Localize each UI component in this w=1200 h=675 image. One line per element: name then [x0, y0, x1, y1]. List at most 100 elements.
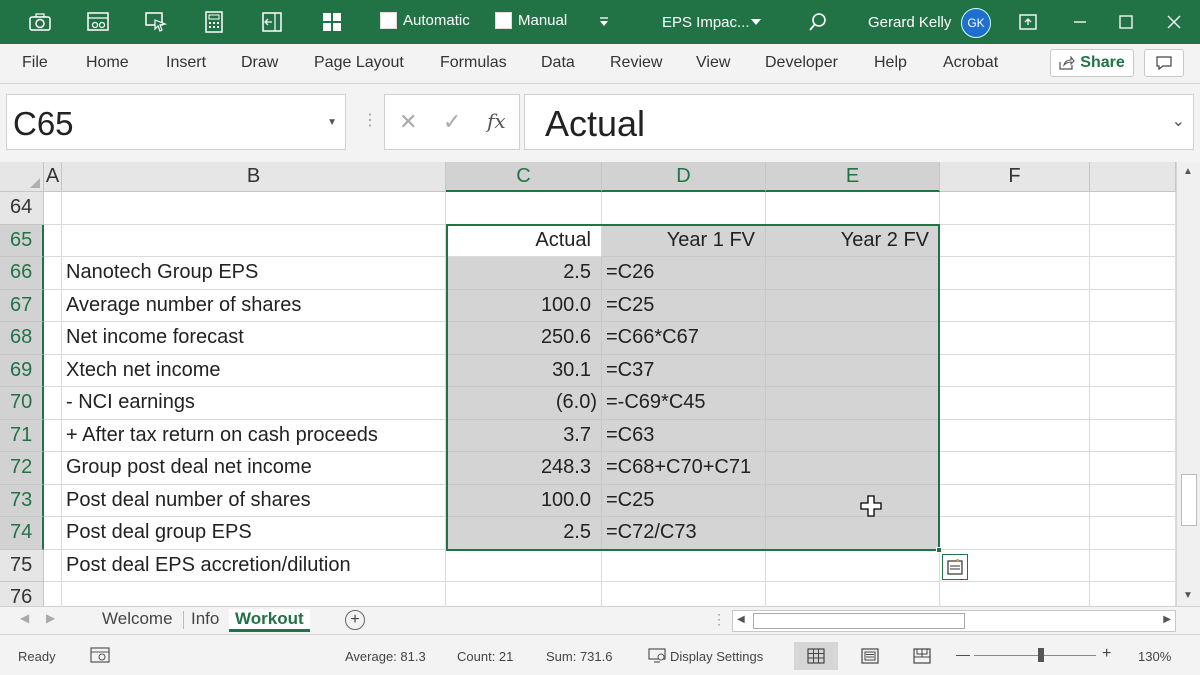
cell[interactable] [446, 582, 602, 606]
grip-icon[interactable]: ⋮ [362, 110, 378, 130]
cell[interactable] [940, 387, 1090, 420]
cell[interactable]: 2.5 [446, 517, 602, 550]
zoom-slider-track[interactable] [974, 655, 1096, 656]
calculator-icon[interactable] [200, 8, 228, 36]
row-header[interactable]: 74 [0, 517, 44, 550]
cell[interactable] [766, 387, 940, 420]
cell[interactable] [1090, 484, 1176, 517]
active-cell[interactable]: Actual [446, 224, 602, 257]
status-count[interactable]: Count: 21 [457, 649, 513, 664]
comments-button[interactable] [1144, 49, 1184, 77]
cell[interactable]: =C25 [602, 289, 766, 322]
cell[interactable]: + After tax return on cash proceeds [62, 419, 446, 452]
row-header[interactable]: 72 [0, 452, 44, 485]
column-header-f[interactable]: F [940, 162, 1090, 192]
page-break-view-button[interactable] [900, 642, 944, 670]
cell[interactable] [44, 289, 62, 322]
cell[interactable] [1090, 517, 1176, 550]
avatar[interactable]: GK [961, 8, 991, 38]
cell[interactable] [446, 549, 602, 582]
cell[interactable] [940, 257, 1090, 290]
zoom-level[interactable]: 130% [1138, 649, 1171, 664]
row-header[interactable]: 71 [0, 419, 44, 452]
manual-checkbox[interactable]: Manual [495, 12, 567, 29]
page-layout-view-button[interactable] [848, 642, 892, 670]
scroll-right-icon[interactable]: ▶ [1163, 614, 1171, 625]
zoom-in-button[interactable]: + [1102, 645, 1111, 663]
cell[interactable]: 250.6 [446, 322, 602, 355]
cell[interactable]: Group post deal net income [62, 452, 446, 485]
row-header[interactable]: 73 [0, 484, 44, 517]
cell[interactable]: =C72/C73 [602, 517, 766, 550]
tab-acrobat[interactable]: Acrobat [943, 54, 998, 72]
quick-analysis-button[interactable] [942, 554, 968, 580]
cell[interactable] [766, 452, 940, 485]
cell[interactable] [766, 517, 940, 550]
tab-developer[interactable]: Developer [765, 54, 838, 72]
cell[interactable] [44, 419, 62, 452]
row-header[interactable]: 67 [0, 289, 44, 322]
row-header[interactable]: 68 [0, 322, 44, 355]
title-dropdown-icon[interactable] [742, 8, 770, 36]
row-header[interactable]: 75 [0, 549, 44, 582]
cell[interactable] [44, 582, 62, 606]
insert-function-button[interactable]: fx [487, 109, 506, 133]
select-all-corner[interactable] [0, 162, 44, 192]
cell[interactable]: Post deal EPS accretion/dilution [62, 549, 446, 582]
cell[interactable] [44, 192, 62, 225]
expand-formula-icon[interactable]: ⌄ [1172, 111, 1185, 131]
cell[interactable] [940, 354, 1090, 387]
automatic-checkbox[interactable]: Automatic [380, 12, 470, 29]
sheet-tab-welcome[interactable]: Welcome [102, 609, 173, 629]
cell[interactable]: Year 2 FV [766, 224, 940, 257]
cell[interactable]: 30.1 [446, 354, 602, 387]
form-icon[interactable] [84, 8, 112, 36]
cell[interactable]: 3.7 [446, 419, 602, 452]
tab-review[interactable]: Review [610, 54, 662, 72]
scroll-left-icon[interactable]: ◀ [737, 614, 745, 625]
column-header-g[interactable] [1090, 162, 1176, 192]
cell[interactable] [766, 419, 940, 452]
cell[interactable]: =C25 [602, 484, 766, 517]
cell[interactable] [766, 582, 940, 606]
minimize-icon[interactable] [1066, 8, 1094, 36]
cell[interactable] [1090, 257, 1176, 290]
tab-draw[interactable]: Draw [241, 54, 278, 72]
cell[interactable]: =C68+C70+C71 [602, 452, 766, 485]
cell[interactable] [62, 192, 446, 225]
cell[interactable]: Nanotech Group EPS [62, 257, 446, 290]
document-title[interactable]: EPS Impac... [662, 14, 750, 31]
customize-qat-icon[interactable] [590, 8, 618, 36]
prev-sheet-icon[interactable]: ◀ [20, 611, 29, 625]
column-header-d[interactable]: D [602, 162, 766, 192]
cell[interactable]: (6.0) [446, 387, 602, 420]
cell[interactable]: 248.3 [446, 452, 602, 485]
automatic-checkbox-box[interactable] [380, 12, 397, 29]
column-header-b[interactable]: B [62, 162, 446, 192]
cell[interactable] [940, 582, 1090, 606]
zoom-slider-thumb[interactable] [1038, 648, 1044, 662]
camera-icon[interactable] [26, 8, 54, 36]
cell[interactable] [1090, 354, 1176, 387]
cell[interactable] [940, 484, 1090, 517]
cell[interactable] [940, 419, 1090, 452]
cell[interactable] [602, 582, 766, 606]
cell[interactable] [1090, 322, 1176, 355]
cell[interactable]: =C63 [602, 419, 766, 452]
cell[interactable] [1090, 387, 1176, 420]
cell[interactable] [44, 517, 62, 550]
horizontal-scroll-thumb[interactable] [753, 613, 965, 629]
tab-file[interactable]: File [22, 54, 48, 72]
vertical-scrollbar[interactable]: ▲ ▼ [1176, 162, 1200, 606]
spreadsheet-grid[interactable]: A B C D E F 64 65 Actual Year 1 FV Year … [0, 162, 1176, 606]
horizontal-scrollbar[interactable]: ◀ ▶ [732, 610, 1176, 632]
cell[interactable] [44, 224, 62, 257]
column-header-c[interactable]: C [446, 162, 602, 192]
status-sum[interactable]: Sum: 731.6 [546, 649, 613, 664]
cell[interactable]: Post deal group EPS [62, 517, 446, 550]
cell[interactable] [940, 192, 1090, 225]
share-button[interactable]: Share [1050, 49, 1134, 77]
cell[interactable] [1090, 452, 1176, 485]
close-icon[interactable] [1160, 8, 1188, 36]
cell[interactable] [1090, 549, 1176, 582]
